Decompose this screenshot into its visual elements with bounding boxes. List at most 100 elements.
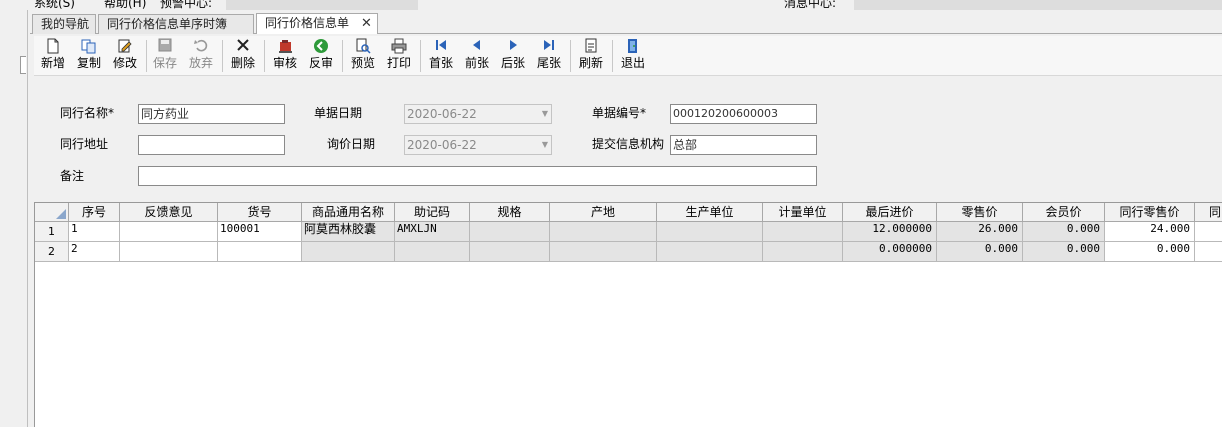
col-header-peer-more[interactable]: 同 (1195, 203, 1222, 222)
printer-icon (384, 38, 414, 55)
cell-unit[interactable] (763, 242, 843, 262)
message-center-field[interactable] (854, 0, 1222, 10)
cell-origin[interactable] (550, 242, 657, 262)
audit-button[interactable]: 审核 (270, 38, 300, 74)
cell-peer-retail[interactable]: 0.000 (1105, 242, 1195, 262)
tab-peer-price-form[interactable]: 同行价格信息单 ✕ (256, 13, 378, 34)
preview-button[interactable]: 预览 (348, 38, 378, 74)
tab-peer-price-list[interactable]: 同行价格信息单序时簿 (98, 14, 254, 34)
cell-item-no[interactable]: 100001 (218, 222, 302, 242)
col-header-peer-retail[interactable]: 同行零售价 (1105, 203, 1195, 222)
table-row[interactable]: 2 2 0.000000 0.000 0.000 0.000 (35, 242, 1222, 262)
next-record-button[interactable]: 后张 (498, 38, 528, 74)
peer-name-field[interactable]: 同方药业 (138, 104, 285, 124)
menu-system[interactable]: 系统(S) (34, 0, 75, 10)
cell-product-name[interactable]: 阿莫西林胶囊 (302, 222, 395, 242)
alert-center-label: 预警中心: (160, 0, 213, 10)
cell-unit[interactable] (763, 222, 843, 242)
doc-no-field[interactable]: 000120200600003 (670, 104, 817, 124)
discard-button[interactable]: 放弃 (186, 38, 216, 74)
prev-record-button[interactable]: 前张 (462, 38, 492, 74)
toolbar-separator (420, 40, 421, 72)
cell-retail-price[interactable]: 0.000 (937, 242, 1023, 262)
col-header-last-price[interactable]: 最后进价 (843, 203, 937, 222)
cell-item-no[interactable] (218, 242, 302, 262)
save-button[interactable]: 保存 (150, 38, 180, 74)
dropdown-arrow-icon: ▼ (541, 109, 548, 118)
menu-help[interactable]: 帮助(H) (104, 0, 146, 10)
last-record-button[interactable]: 尾张 (534, 38, 564, 74)
edit-button[interactable]: 修改 (110, 38, 140, 74)
col-header-product-name[interactable]: 商品通用名称 (302, 203, 395, 222)
remark-field[interactable] (138, 166, 817, 186)
cell-peer-more[interactable] (1195, 222, 1222, 242)
copy-button[interactable]: 复制 (74, 38, 104, 74)
close-icon[interactable]: ✕ (361, 16, 372, 31)
toolbar-separator (342, 40, 343, 72)
peer-address-field[interactable] (138, 135, 285, 155)
table-row[interactable]: 1 1 100001 阿莫西林胶囊 AMXLJN 12.000000 26.00… (35, 222, 1222, 242)
undo-icon (186, 38, 216, 55)
unaudit-button[interactable]: 反审 (306, 38, 336, 74)
submit-org-label: 提交信息机构 (592, 137, 665, 151)
edit-icon (110, 38, 140, 55)
collapse-handle[interactable] (20, 56, 26, 74)
select-all-triangle-icon (56, 209, 66, 219)
header-form: 同行名称* 同方药业 单据日期 2020-06-22 ▼ 单据编号* 000120… (34, 76, 1222, 200)
cell-peer-retail[interactable]: 24.000 (1105, 222, 1195, 242)
grid-corner[interactable] (35, 203, 69, 222)
col-header-item-no[interactable]: 货号 (218, 203, 302, 222)
cell-seq[interactable]: 2 (69, 242, 120, 262)
remark-label: 备注 (60, 169, 85, 183)
cell-seq[interactable]: 1 (69, 222, 120, 242)
back-green-icon (306, 38, 336, 55)
delete-button[interactable]: 删除 (228, 38, 258, 74)
row-number: 1 (35, 222, 69, 242)
doc-date-field[interactable]: 2020-06-22 ▼ (404, 104, 552, 124)
peer-name-label: 同行名称* (60, 106, 115, 120)
inquiry-date-field[interactable]: 2020-06-22 ▼ (404, 135, 552, 155)
exit-button[interactable]: 退出 (618, 38, 648, 74)
cell-spec[interactable] (470, 242, 550, 262)
cell-spec[interactable] (470, 222, 550, 242)
alert-center-field[interactable] (226, 0, 418, 10)
cell-member-price[interactable]: 0.000 (1023, 222, 1105, 242)
cell-peer-more[interactable] (1195, 242, 1222, 262)
toolbar-separator (146, 40, 147, 72)
toolbar-separator (612, 40, 613, 72)
menubar: 系统(S) 帮助(H) 预警中心: 消息中心: (0, 0, 1222, 10)
prev-arrow-icon (462, 38, 492, 55)
cell-mnemonic[interactable]: AMXLJN (395, 222, 470, 242)
first-record-button[interactable]: 首张 (426, 38, 456, 74)
cell-manufacturer[interactable] (657, 222, 763, 242)
print-button[interactable]: 打印 (384, 38, 414, 74)
new-button[interactable]: 新增 (38, 38, 68, 74)
col-header-unit[interactable]: 计量单位 (763, 203, 843, 222)
col-header-spec[interactable]: 规格 (470, 203, 550, 222)
cell-feedback[interactable] (120, 222, 218, 242)
inquiry-date-label: 询价日期 (327, 137, 376, 151)
cell-retail-price[interactable]: 26.000 (937, 222, 1023, 242)
refresh-button[interactable]: 刷新 (576, 38, 606, 74)
col-header-seq[interactable]: 序号 (69, 203, 120, 222)
cell-last-price[interactable]: 12.000000 (843, 222, 937, 242)
new-doc-icon (38, 38, 68, 55)
cell-product-name[interactable] (302, 242, 395, 262)
cell-last-price[interactable]: 0.000000 (843, 242, 937, 262)
submit-org-field[interactable]: 总部 (670, 135, 817, 155)
doc-no-label: 单据编号* (592, 106, 647, 120)
tab-my-navigation[interactable]: 我的导航 (32, 14, 96, 34)
col-header-mnemonic[interactable]: 助记码 (395, 203, 470, 222)
col-header-retail-price[interactable]: 零售价 (937, 203, 1023, 222)
col-header-member-price[interactable]: 会员价 (1023, 203, 1105, 222)
col-header-feedback[interactable]: 反馈意见 (120, 203, 218, 222)
cell-origin[interactable] (550, 222, 657, 242)
col-header-manufacturer[interactable]: 生产单位 (657, 203, 763, 222)
cell-feedback[interactable] (120, 242, 218, 262)
col-header-origin[interactable]: 产地 (550, 203, 657, 222)
refresh-icon (576, 38, 606, 55)
cell-manufacturer[interactable] (657, 242, 763, 262)
grid-header: 序号 反馈意见 货号 商品通用名称 助记码 规格 产地 生产单位 计量单位 最后… (35, 203, 1222, 222)
cell-mnemonic[interactable] (395, 242, 470, 262)
cell-member-price[interactable]: 0.000 (1023, 242, 1105, 262)
